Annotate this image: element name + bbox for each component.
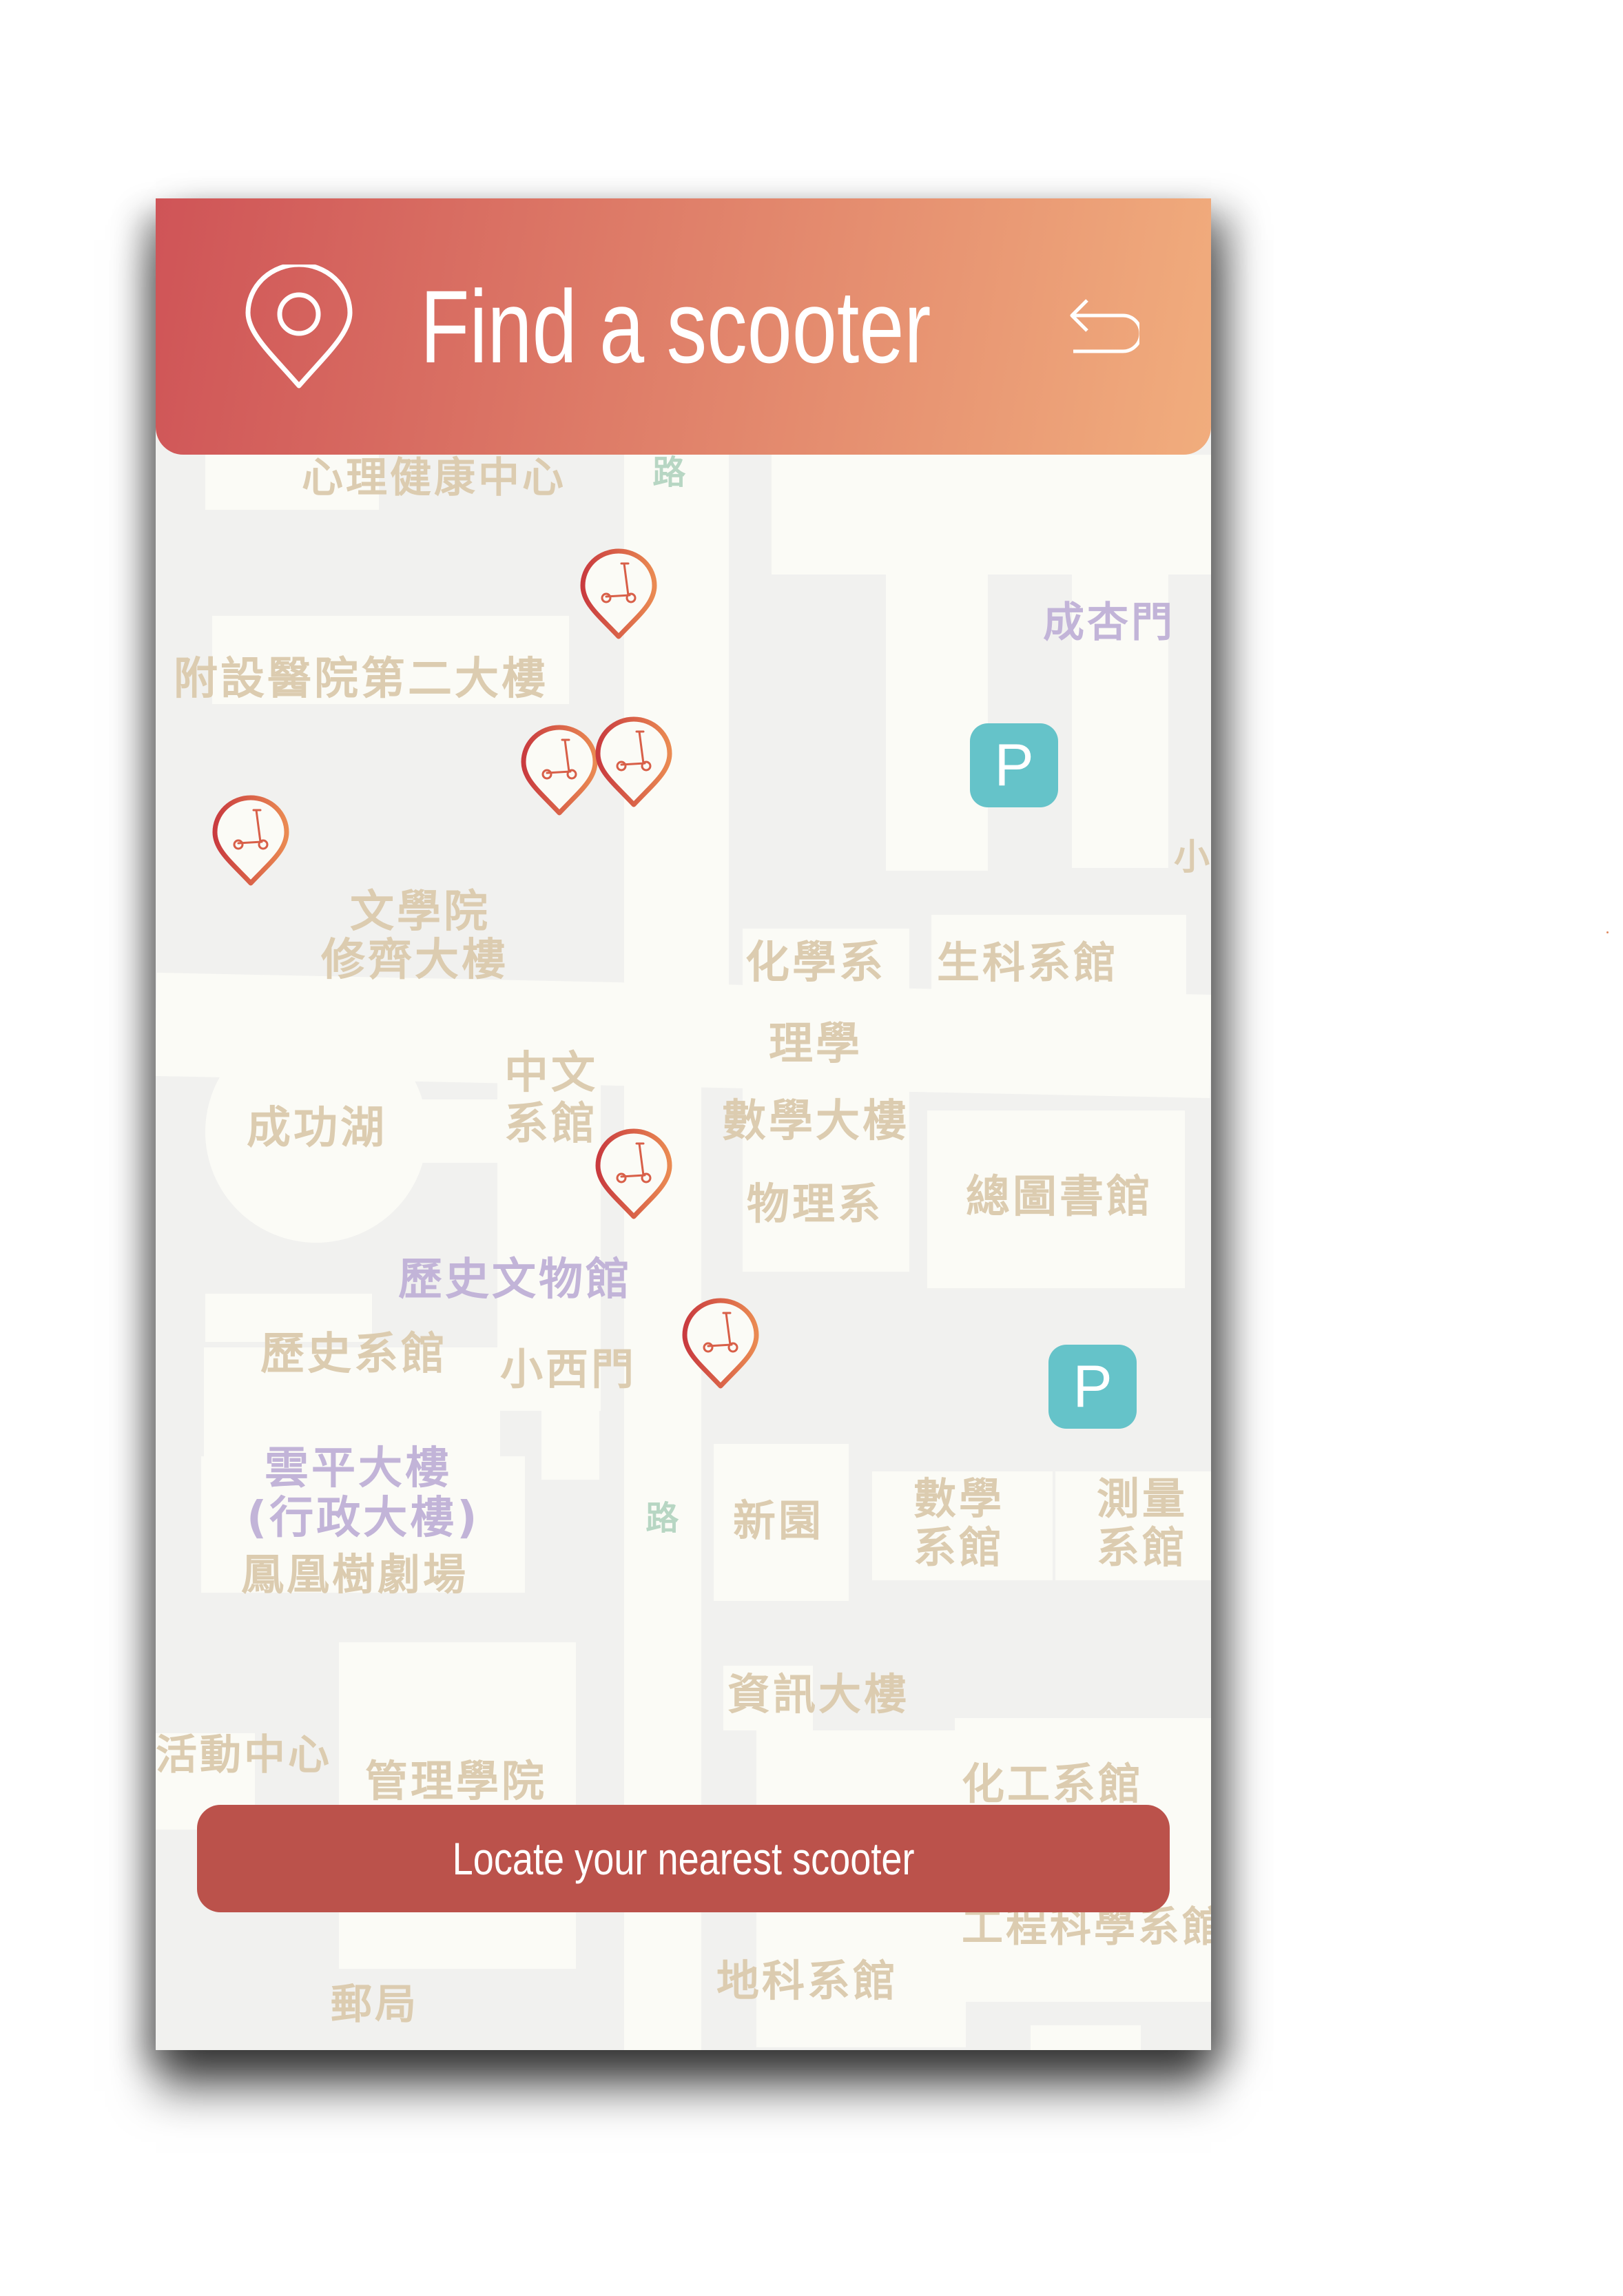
map-label: 歷史文物館 bbox=[398, 1254, 632, 1305]
map-label: 新園 bbox=[733, 1496, 825, 1546]
map-label: 化學系 bbox=[745, 938, 886, 989]
scooter-pin-icon[interactable] bbox=[681, 1296, 761, 1390]
map-label: 歷史系館 bbox=[260, 1329, 448, 1380]
scooter-pin-icon[interactable] bbox=[519, 723, 599, 817]
map-label: 地科系館 bbox=[716, 1956, 899, 2006]
map-label: (行政大樓) bbox=[247, 1493, 480, 1544]
map-label: 雲平大樓 bbox=[265, 1443, 452, 1494]
map-label: 修齊大樓 bbox=[321, 935, 508, 986]
map-label: 中文系館 bbox=[504, 1048, 598, 1150]
app-header: Find a scooter bbox=[156, 198, 1211, 455]
page-title: Find a scooter bbox=[420, 269, 931, 384]
map-label: 成功湖 bbox=[247, 1103, 387, 1154]
locate-nearest-scooter-button[interactable]: Locate your nearest scooter bbox=[197, 1805, 1170, 1912]
campus-map[interactable]: 心理健康中心 路 成杏門 附設醫院第二大樓 小 文學院 修齊大樓 化學系 生科系… bbox=[156, 198, 1211, 2050]
map-label: 數學系館 bbox=[913, 1473, 1005, 1573]
map-label: 小西門 bbox=[500, 1344, 637, 1394]
parking-marker[interactable]: P bbox=[1048, 1345, 1137, 1429]
map-label: 管理學院 bbox=[365, 1756, 548, 1806]
map-label: 心理健康中心 bbox=[302, 454, 566, 502]
map-label: 小 bbox=[1174, 837, 1211, 878]
map-label: 郵局 bbox=[331, 1980, 419, 2029]
scooter-pin-icon[interactable] bbox=[579, 547, 659, 641]
location-pin-icon bbox=[245, 265, 353, 389]
map-label: 數學大樓 bbox=[722, 1096, 909, 1147]
back-icon[interactable] bbox=[1064, 292, 1139, 368]
map-label: 理學 bbox=[769, 1019, 862, 1070]
map-label: 文學院 bbox=[350, 887, 490, 938]
map-label: 鳳凰樹劇場 bbox=[241, 1549, 469, 1600]
map-label: 測量系館 bbox=[1097, 1473, 1188, 1573]
map-label: 路 bbox=[639, 1500, 679, 1536]
scooter-pin-icon[interactable] bbox=[594, 715, 674, 809]
map-road bbox=[701, 455, 729, 1068]
map-label: 資訊大樓 bbox=[727, 1669, 910, 1719]
map-label: 總圖書館 bbox=[966, 1172, 1153, 1223]
map-label: 附設醫院第二大樓 bbox=[174, 654, 548, 705]
map-label: 物理系 bbox=[747, 1179, 884, 1229]
map-label: 生科系館 bbox=[937, 938, 1119, 988]
parking-marker[interactable]: P bbox=[970, 723, 1058, 807]
map-block bbox=[772, 455, 1211, 575]
scooter-pin-icon[interactable] bbox=[211, 794, 291, 887]
map-block bbox=[1031, 2025, 1141, 2050]
map-label: 活動中心 bbox=[156, 1731, 332, 1779]
decorative-dot bbox=[1606, 931, 1609, 933]
locate-button-label: Locate your nearest scooter bbox=[452, 1833, 915, 1884]
scooter-pin-icon[interactable] bbox=[594, 1127, 674, 1221]
map-label: 成杏門 bbox=[1043, 599, 1175, 647]
map-label: 路 bbox=[646, 455, 685, 490]
app-screen: 心理健康中心 路 成杏門 附設醫院第二大樓 小 文學院 修齊大樓 化學系 生科系… bbox=[156, 198, 1211, 2050]
map-block bbox=[886, 575, 988, 871]
map-label: 化工系館 bbox=[962, 1759, 1144, 1809]
